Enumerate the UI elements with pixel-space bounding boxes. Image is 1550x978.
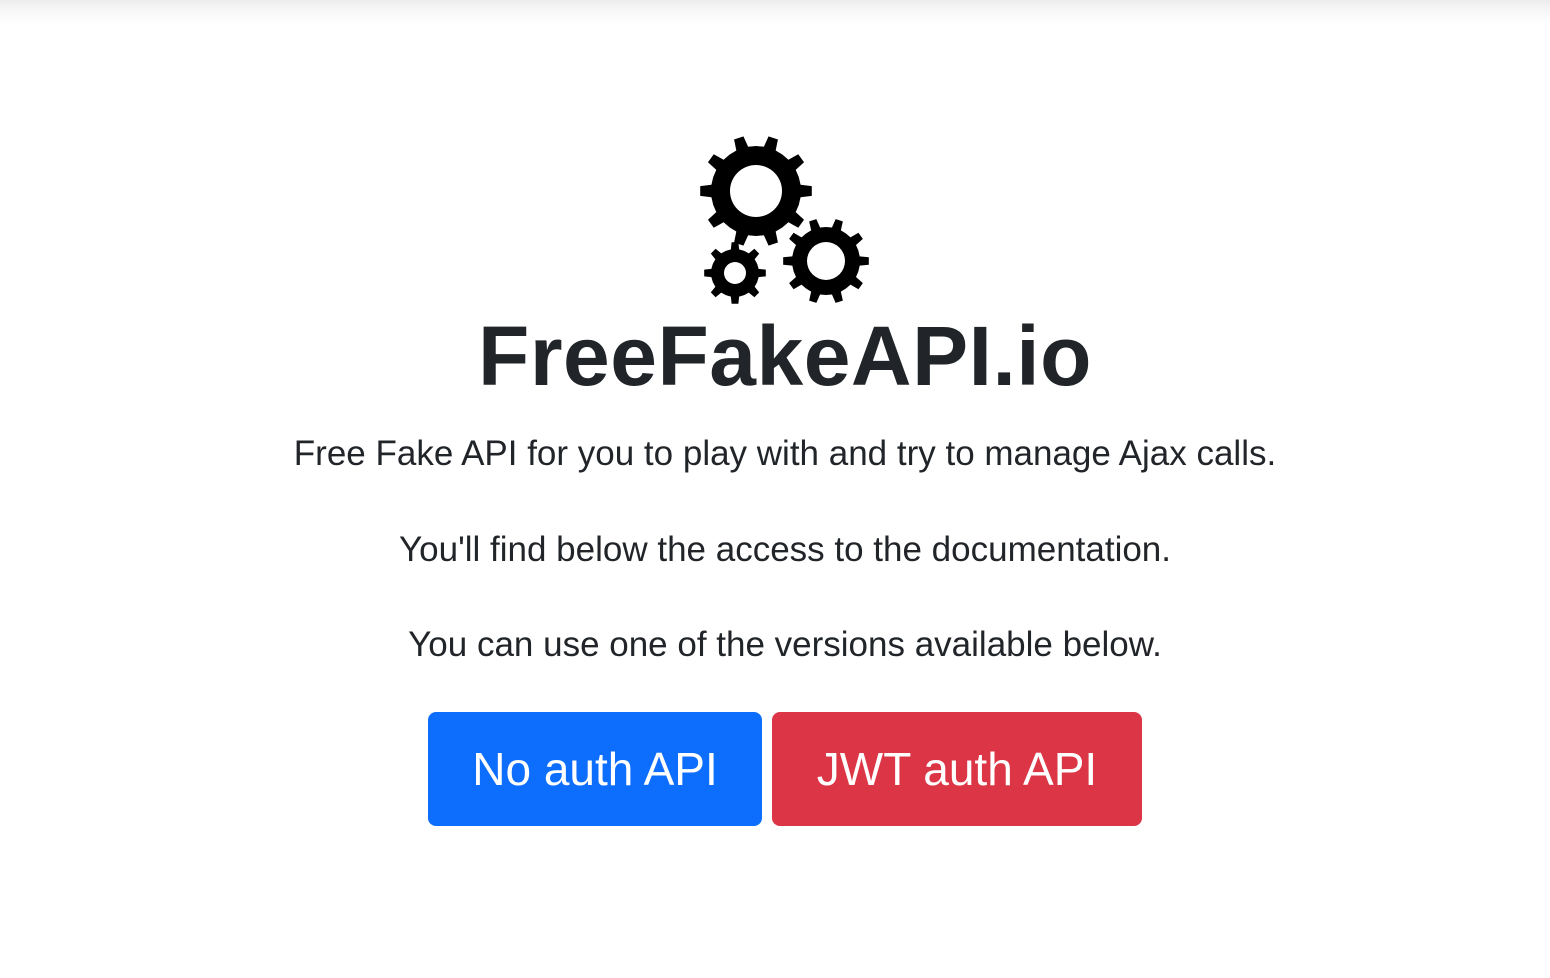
intro-text-2: You'll find below the access to the docu… [399, 530, 1171, 569]
intro-text-3: You can use one of the versions availabl… [408, 625, 1162, 664]
page-title: FreeFakeAPI.io [478, 309, 1092, 403]
gears-icon [696, 136, 872, 308]
hero-section: FreeFakeAPI.io Free Fake API for you to … [0, 0, 1550, 978]
intro-text-1: Free Fake API for you to play with and t… [293, 434, 1277, 473]
no-auth-api-button[interactable]: No auth API [428, 712, 762, 826]
jwt-auth-api-button[interactable]: JWT auth API [772, 712, 1142, 826]
